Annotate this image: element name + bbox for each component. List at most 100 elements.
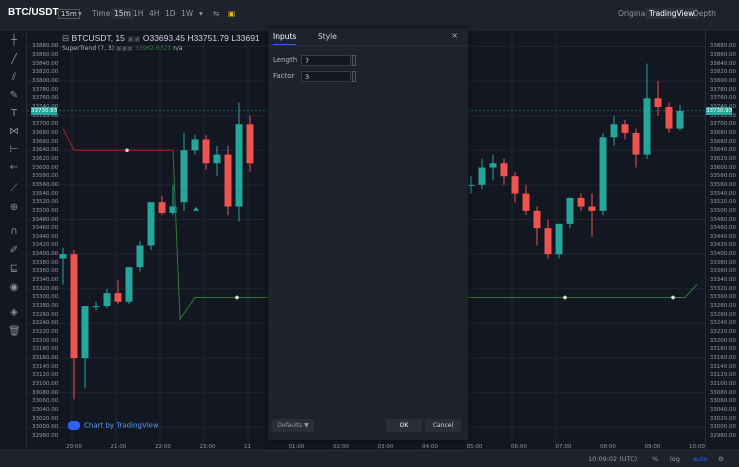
price-scale-label-left: 33660.00 bbox=[32, 138, 59, 145]
lock-icon[interactable]: ⊑ bbox=[8, 263, 20, 275]
factor-stepper[interactable] bbox=[352, 71, 356, 82]
right-price-axis[interactable]: 33880.00 33860.00 33840.00 33820.00 33800.00… bbox=[705, 30, 739, 450]
candle-body bbox=[235, 124, 243, 207]
percent-toggle[interactable]: % bbox=[652, 455, 658, 463]
price-scale-label-left: 33260.00 bbox=[32, 311, 59, 318]
price-scale-label-left: 33800.00 bbox=[32, 77, 59, 84]
price-axis-label: 33640.00 bbox=[709, 147, 736, 154]
length-input[interactable]: 7 bbox=[301, 55, 351, 66]
view-tradingview[interactable]: TradingView bbox=[645, 8, 699, 19]
candle-body bbox=[577, 197, 585, 207]
indicator-legend[interactable]: SuperTrend (7, 3) ▣▣▣ 33962.6321 n/a bbox=[62, 45, 183, 52]
ok-button[interactable]: OK bbox=[386, 419, 422, 432]
zoom-icon[interactable]: ⊕ bbox=[8, 202, 20, 214]
view-original[interactable]: Original bbox=[618, 9, 647, 18]
price-axis-label: 33800.00 bbox=[709, 77, 736, 84]
price-scale-label-left: 33360.00 bbox=[32, 268, 59, 275]
layers-icon[interactable]: ◈ bbox=[8, 307, 20, 319]
price-scale-label-left: 33500.00 bbox=[32, 207, 59, 214]
price-scale-label-left: 33840.00 bbox=[32, 60, 59, 67]
price-axis-label: 33200.00 bbox=[709, 337, 736, 344]
compare-icon[interactable]: ⇆ bbox=[213, 9, 219, 18]
price-scale-label-left: 33520.00 bbox=[32, 199, 59, 206]
auto-toggle[interactable]: auto bbox=[693, 455, 708, 463]
price-axis-label: 33860.00 bbox=[709, 51, 736, 58]
cancel-button[interactable]: Cancel bbox=[425, 419, 461, 432]
tab-inputs[interactable]: Inputs bbox=[273, 32, 297, 45]
price-axis-label: 33440.00 bbox=[709, 233, 736, 240]
price-axis-label: 33840.00 bbox=[709, 60, 736, 67]
log-toggle[interactable]: log bbox=[670, 455, 680, 463]
candle-body bbox=[180, 150, 188, 203]
back-arrow-icon[interactable]: ← bbox=[8, 162, 20, 174]
time-label[interactable]: Time bbox=[92, 9, 110, 18]
tab-1h[interactable]: 1H bbox=[133, 9, 143, 18]
price-axis-label: 33540.00 bbox=[709, 190, 736, 197]
candle-body bbox=[213, 154, 221, 164]
trendline-icon[interactable]: ╱ bbox=[8, 54, 20, 66]
candle-body bbox=[566, 197, 574, 224]
indicator-value: 33962.6321 bbox=[134, 45, 172, 52]
view-depth[interactable]: Depth bbox=[693, 9, 716, 18]
pair-label[interactable]: BTC/USDT bbox=[8, 7, 59, 18]
candle-body bbox=[92, 306, 100, 308]
price-scale-label-left: 33340.00 bbox=[32, 277, 59, 284]
tab-4h[interactable]: 4H bbox=[149, 9, 159, 18]
supertrend-marker bbox=[125, 148, 129, 153]
legend-high: H33751.79 bbox=[187, 33, 229, 43]
utc-time[interactable]: 10:09:02 (UTC) bbox=[588, 455, 637, 463]
price-axis-label: 33300.00 bbox=[709, 294, 736, 301]
legend-symbol: BTCUSDT, 15 bbox=[71, 33, 125, 43]
price-scale-label-left: 33040.00 bbox=[32, 407, 59, 414]
price-axis-label: 33780.00 bbox=[709, 86, 736, 93]
brush-icon[interactable]: ✎ bbox=[8, 90, 20, 102]
price-axis-label: 33480.00 bbox=[709, 216, 736, 223]
legend-settings-icon[interactable]: ▣▣ bbox=[127, 36, 140, 43]
price-axis-label: 33060.00 bbox=[709, 398, 736, 405]
interval-dropdown-icon[interactable]: ▾ bbox=[78, 9, 82, 18]
magnet-icon[interactable]: ∩ bbox=[8, 226, 20, 238]
tradingview-watermark[interactable]: Chart by TradingView bbox=[68, 421, 159, 430]
indicator-settings-icon[interactable]: ▣▣▣ bbox=[116, 45, 133, 52]
price-axis-label: 33380.00 bbox=[709, 259, 736, 266]
ruler-icon[interactable]: ⟋ bbox=[8, 183, 20, 195]
candle-body bbox=[147, 202, 155, 246]
draw-lock-icon[interactable]: ✐ bbox=[8, 245, 20, 257]
parallel-channel-icon[interactable]: ⫽ bbox=[8, 72, 20, 84]
candle-body bbox=[125, 267, 133, 302]
price-axis-label: 33360.00 bbox=[709, 268, 736, 275]
tab-1w[interactable]: 1W bbox=[181, 9, 193, 18]
candle-body bbox=[599, 137, 607, 211]
indicators-icon[interactable]: ▣ bbox=[228, 9, 235, 18]
more-timeframes-icon[interactable]: ▾ bbox=[199, 9, 203, 18]
interval-selector[interactable]: 15m bbox=[58, 9, 80, 19]
tab-15m[interactable]: 15m bbox=[111, 8, 134, 19]
gear-icon[interactable]: ⚙ bbox=[718, 455, 724, 463]
price-axis-label: 33500.00 bbox=[709, 207, 736, 214]
close-icon[interactable]: × bbox=[451, 31, 458, 40]
price-scale-label-left: 33200.00 bbox=[32, 337, 59, 344]
price-scale-label-left: 32980.00 bbox=[32, 433, 59, 439]
price-scale-label-left: 33400.00 bbox=[32, 251, 59, 258]
tab-1d[interactable]: 1D bbox=[165, 9, 176, 18]
measure-icon[interactable]: ⊢ bbox=[8, 144, 20, 156]
pattern-icon[interactable]: ⋈ bbox=[8, 126, 20, 138]
price-scale-label-left: 33100.00 bbox=[32, 381, 59, 388]
eye-icon[interactable]: ◉ bbox=[8, 282, 20, 294]
price-scale-label-left: 33860.00 bbox=[32, 51, 59, 58]
legend-collapse-icon[interactable]: ⊟ bbox=[62, 33, 69, 43]
price-axis-label: 33260.00 bbox=[709, 311, 736, 318]
price-scale-label-left: 33020.00 bbox=[32, 415, 59, 422]
price-axis-label: 33340.00 bbox=[709, 277, 736, 284]
trash-icon[interactable]: 🗑 bbox=[8, 326, 21, 338]
factor-input[interactable]: 3 bbox=[301, 71, 351, 82]
defaults-button[interactable]: Defaults ▼ bbox=[272, 419, 314, 432]
candle-body bbox=[500, 163, 508, 177]
candle-body bbox=[522, 193, 530, 211]
text-icon[interactable]: T bbox=[8, 108, 20, 120]
price-scale-label-left: 33160.00 bbox=[32, 355, 59, 362]
tab-style[interactable]: Style bbox=[318, 32, 337, 41]
factor-label: Factor bbox=[273, 72, 295, 80]
crosshair-icon[interactable]: ┼ bbox=[8, 35, 20, 47]
length-stepper[interactable] bbox=[352, 55, 356, 66]
